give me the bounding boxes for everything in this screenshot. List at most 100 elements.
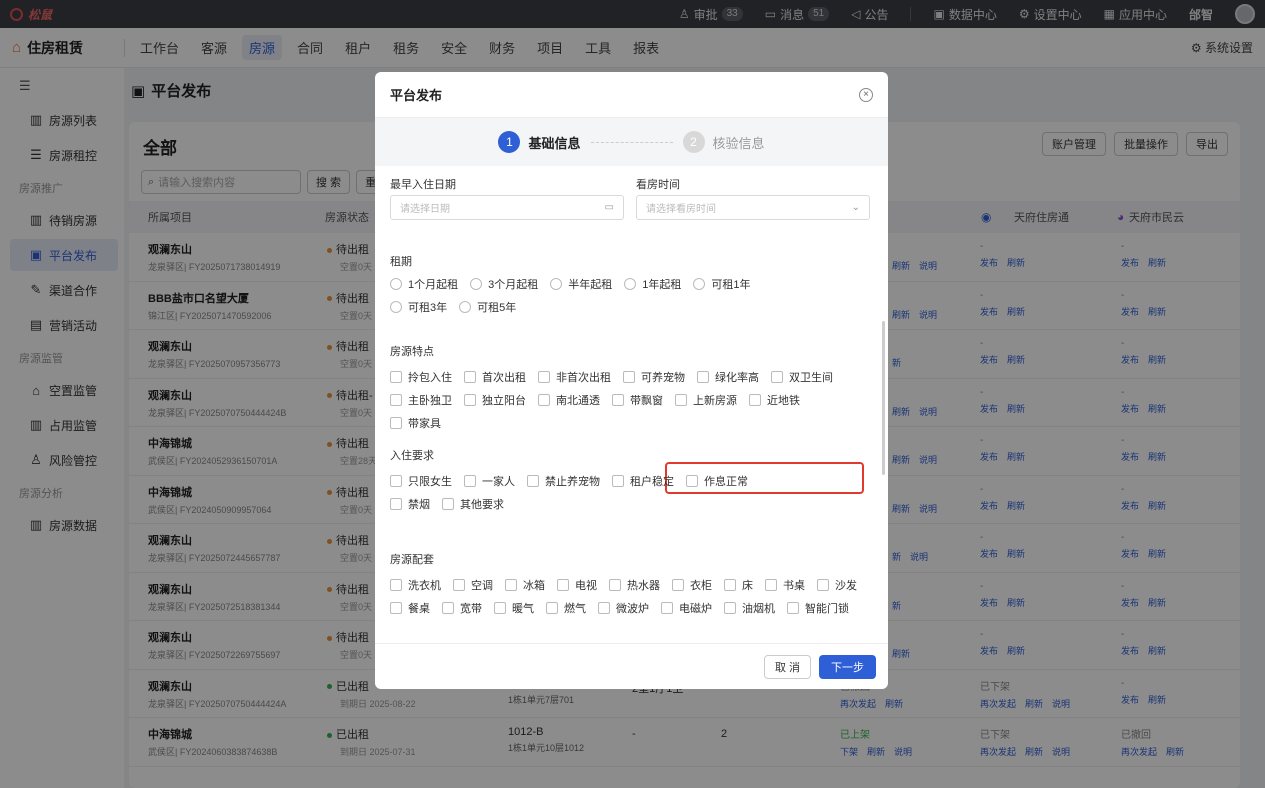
checkbox[interactable] <box>538 370 550 383</box>
features-option[interactable]: 非首次出租 <box>538 365 611 388</box>
checkbox[interactable] <box>598 601 610 614</box>
earliest-date-picker[interactable]: 请选择日期 ▭ <box>390 195 624 220</box>
facilities-option[interactable]: 电磁炉 <box>661 596 712 619</box>
facility-options: 洗衣机 空调 冰箱 电视 热水器 衣柜 床 书桌 沙发餐桌 宽带 暖气 燃气 微波炉 电磁炉 油烟机 智能门锁 <box>390 573 875 619</box>
requirements-option[interactable]: 租户稳定 <box>612 469 674 492</box>
checkbox[interactable] <box>661 601 673 614</box>
lease_options-option[interactable]: 可租1年 <box>693 272 751 295</box>
checkbox[interactable] <box>771 370 783 383</box>
checkbox[interactable] <box>697 370 709 383</box>
checkbox[interactable] <box>442 497 454 510</box>
scrollbar[interactable] <box>882 321 885 475</box>
features-option[interactable]: 上新房源 <box>675 388 737 411</box>
facilities-option[interactable]: 床 <box>724 573 753 596</box>
checkbox[interactable] <box>464 393 476 406</box>
checkbox[interactable] <box>817 578 829 591</box>
features-option[interactable]: 双卫生间 <box>771 365 833 388</box>
checkbox[interactable] <box>464 370 476 383</box>
checkbox[interactable] <box>505 578 517 591</box>
checkbox[interactable] <box>546 601 558 614</box>
facilities-option[interactable]: 洗衣机 <box>390 573 441 596</box>
checkbox[interactable] <box>612 393 624 406</box>
radio-button[interactable] <box>550 277 563 290</box>
lease_options-option[interactable]: 半年起租 <box>550 272 612 295</box>
features-option[interactable]: 近地铁 <box>749 388 800 411</box>
lease_options-option[interactable]: 3个月起租 <box>470 272 538 295</box>
facilities-option[interactable]: 电视 <box>557 573 597 596</box>
facilities-option[interactable]: 冰箱 <box>505 573 545 596</box>
option-label: 租户稳定 <box>630 475 674 488</box>
checkbox[interactable] <box>724 601 736 614</box>
features-option[interactable]: 南北通透 <box>538 388 600 411</box>
radio-button[interactable] <box>624 277 637 290</box>
facilities-option[interactable]: 餐桌 <box>390 596 430 619</box>
option-label: 沙发 <box>835 579 857 592</box>
requirements-option[interactable]: 禁烟 <box>390 492 430 515</box>
radio-button[interactable] <box>470 277 483 290</box>
checkbox[interactable] <box>609 578 621 591</box>
checkbox[interactable] <box>390 393 402 406</box>
facilities-option[interactable]: 油烟机 <box>724 596 775 619</box>
features-option[interactable]: 带家具 <box>390 411 441 434</box>
checkbox[interactable] <box>527 474 539 487</box>
facilities-option[interactable]: 宽带 <box>442 596 482 619</box>
facilities-option[interactable]: 微波炉 <box>598 596 649 619</box>
checkbox[interactable] <box>787 601 799 614</box>
lease_options-option[interactable]: 可租5年 <box>459 295 516 318</box>
option-label: 一家人 <box>482 475 515 488</box>
requirements-option[interactable]: 其他要求 <box>442 492 504 515</box>
requirements-option[interactable]: 只限女生 <box>390 469 452 492</box>
checkbox[interactable] <box>612 474 624 487</box>
checkbox[interactable] <box>453 578 465 591</box>
facilities-option[interactable]: 智能门锁 <box>787 596 849 619</box>
requirements-option[interactable]: 作息正常 <box>686 469 748 492</box>
features-option[interactable]: 可养宠物 <box>623 365 685 388</box>
checkbox[interactable] <box>390 497 402 510</box>
checkbox[interactable] <box>494 601 506 614</box>
checkbox[interactable] <box>464 474 476 487</box>
requirements-option[interactable]: 禁止养宠物 <box>527 469 600 492</box>
facilities-option[interactable]: 热水器 <box>609 573 660 596</box>
facilities-option[interactable]: 衣柜 <box>672 573 712 596</box>
viewing-time-select[interactable]: 请选择看房时间 ⌄ <box>636 195 870 220</box>
features-option[interactable]: 绿化率高 <box>697 365 759 388</box>
next-step-button[interactable]: 下一步 <box>819 654 876 679</box>
checkbox[interactable] <box>390 370 402 383</box>
facilities-option[interactable]: 燃气 <box>546 596 586 619</box>
checkbox[interactable] <box>749 393 761 406</box>
close-icon[interactable]: × <box>859 87 873 102</box>
radio-button[interactable] <box>459 300 472 313</box>
lease_options-option[interactable]: 可租3年 <box>390 295 447 318</box>
checkbox[interactable] <box>390 601 402 614</box>
radio-button[interactable] <box>693 277 706 290</box>
features-option[interactable]: 独立阳台 <box>464 388 526 411</box>
facilities-option[interactable]: 空调 <box>453 573 493 596</box>
checkbox[interactable] <box>724 578 736 591</box>
checkbox[interactable] <box>442 601 454 614</box>
checkbox[interactable] <box>390 578 402 591</box>
lease_options-option[interactable]: 1个月起租 <box>390 272 458 295</box>
features-option[interactable]: 首次出租 <box>464 365 526 388</box>
features-option[interactable]: 拎包入住 <box>390 365 452 388</box>
lease_options-option[interactable]: 1年起租 <box>624 272 681 295</box>
checkbox[interactable] <box>538 393 550 406</box>
option-label: 空调 <box>471 579 493 592</box>
cancel-button[interactable]: 取 消 <box>763 654 811 679</box>
features-option[interactable]: 带飘窗 <box>612 388 663 411</box>
facilities-option[interactable]: 书桌 <box>765 573 805 596</box>
checkbox[interactable] <box>765 578 777 591</box>
radio-button[interactable] <box>390 300 402 313</box>
facilities-option[interactable]: 暖气 <box>494 596 534 619</box>
checkbox[interactable] <box>686 474 698 487</box>
checkbox[interactable] <box>623 370 635 383</box>
requirements-option[interactable]: 一家人 <box>464 469 515 492</box>
checkbox[interactable] <box>672 578 684 591</box>
facilities-option[interactable]: 沙发 <box>817 573 857 596</box>
radio-button[interactable] <box>390 277 402 290</box>
checkbox[interactable] <box>557 578 569 591</box>
features-option[interactable]: 主卧独卫 <box>390 388 452 411</box>
checkbox[interactable] <box>390 474 402 487</box>
option-label: 燃气 <box>564 602 586 615</box>
checkbox[interactable] <box>675 393 687 406</box>
checkbox[interactable] <box>390 416 402 429</box>
